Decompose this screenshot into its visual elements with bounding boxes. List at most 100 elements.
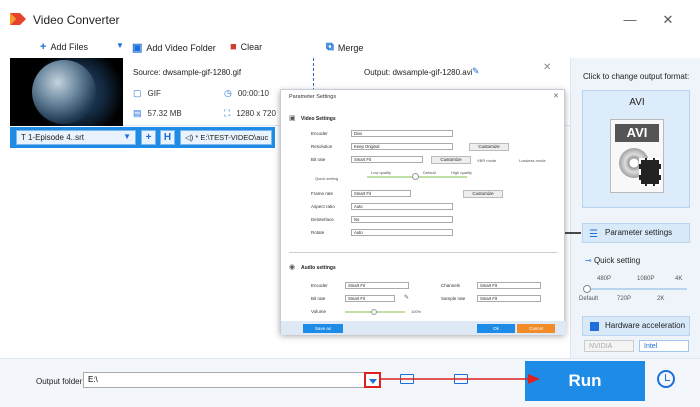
low-quality-label: Low quality — [371, 170, 392, 175]
channels-label: Channels — [441, 283, 461, 288]
save-as-button[interactable]: Save as — [303, 324, 343, 333]
hardware-acceleration-button[interactable]: Hardware acceleration — [582, 316, 690, 336]
size-info: ▤ 57.32 MB — [133, 108, 182, 119]
bitrate-label: Bit rate — [311, 157, 326, 162]
output-folder-input[interactable]: E:\ — [83, 372, 381, 388]
output-folder-dropdown[interactable] — [364, 372, 381, 388]
audio-settings-icon: ◉ — [289, 264, 296, 271]
audio-bitrate-select[interactable]: Smart Fit — [345, 295, 395, 302]
source-filename: Source: dwsample-gif-1280.gif — [133, 68, 242, 77]
chevron-down-icon — [369, 379, 377, 384]
dialog-quality-knob[interactable] — [412, 173, 419, 180]
resolution-select[interactable]: Keep Original — [351, 143, 453, 150]
add-video-folder-button[interactable]: ▣ Add Video Folder — [132, 41, 216, 54]
encoder-select[interactable]: Divx — [351, 130, 453, 137]
video-thumbnail[interactable] — [10, 58, 123, 126]
channels-select[interactable]: Smart Fit — [477, 282, 541, 289]
add-video-folder-label: Add Video Folder — [146, 42, 216, 53]
add-files-dropdown-icon[interactable]: ▼ — [116, 41, 124, 50]
output-filename: Output: dwsample-gif-1280.avi — [364, 68, 473, 77]
output-format-selector[interactable]: AVI AVI — [582, 90, 690, 208]
merge-label: Merge — [337, 42, 364, 53]
quality-default-label: Default — [579, 296, 599, 302]
deinterlace-select[interactable]: No — [351, 216, 453, 223]
trash-icon: ■ — [230, 41, 237, 53]
rotate-select[interactable]: Auto — [351, 229, 453, 236]
subtitle-select[interactable]: T 1-Episode 4..srt ▼ — [16, 130, 136, 145]
output-format-panel: Click to change output format: AVI AVI ☰… — [570, 58, 700, 358]
add-files-button[interactable]: + Add Files — [40, 41, 88, 53]
plus-icon: + — [40, 41, 47, 53]
volume-knob[interactable] — [371, 309, 377, 315]
quality-480p-label: 480P — [597, 276, 612, 282]
ok-button[interactable]: Ok — [477, 324, 515, 333]
hd-subtitle-button[interactable]: H — [160, 130, 175, 145]
minimize-icon[interactable]: — — [622, 12, 638, 27]
quality-slider-knob[interactable] — [583, 285, 591, 293]
edit-icon[interactable]: ✎ — [472, 66, 480, 77]
audio-edit-icon[interactable]: ✎ — [404, 294, 409, 301]
audio-track-value: E:\TEST-VIDEO\auc — [200, 133, 269, 142]
aspect-ratio-select[interactable]: Auto — [351, 203, 453, 210]
audio-encoder-select[interactable]: Smart Fit — [345, 282, 409, 289]
vbr-mode-checkbox[interactable]: VBR mode — [477, 158, 496, 163]
subtitle-value: 1-Episode 4..srt — [27, 133, 84, 142]
size-value: 57.32 MB — [147, 109, 182, 118]
dialog-footer: Save as Ok Cancel — [281, 321, 566, 335]
nvidia-label: NVIDIA — [589, 343, 613, 350]
nvidia-option[interactable]: NVIDIA — [584, 340, 634, 352]
format-icon: ▢ — [133, 88, 142, 98]
frame-rate-select[interactable]: Smart Fit — [351, 190, 411, 197]
parameter-settings-button[interactable]: ☰ Parameter settings — [582, 223, 690, 243]
clock-icon: ◷ — [224, 88, 232, 98]
cancel-button[interactable]: Cancel — [517, 324, 555, 333]
format-value: GIF — [147, 89, 161, 98]
merge-button[interactable]: ⧉ Merge — [326, 41, 363, 54]
title-bar: Video Converter — ✕ — [0, 0, 700, 38]
resolution-label: Resolution — [311, 144, 333, 149]
lossless-mode-checkbox[interactable]: Lossless mode — [519, 158, 546, 163]
resolution-customize-button[interactable]: Customize — [469, 143, 509, 151]
remove-file-icon[interactable]: ✕ — [543, 62, 551, 73]
resolution-value: 1280 x 720 — [236, 109, 276, 118]
sliders-icon: ☰ — [589, 229, 598, 240]
close-icon[interactable]: ✕ — [660, 12, 676, 28]
earth-thumbnail-image — [32, 60, 96, 124]
encoder-label: Encoder — [311, 131, 328, 136]
quality-slider[interactable] — [583, 285, 687, 293]
parameter-settings-label: Parameter settings — [605, 228, 673, 237]
intel-label: Intel — [644, 343, 658, 350]
add-files-label: Add Files — [50, 42, 88, 52]
subtitle-bar: T 1-Episode 4..srt ▼ + H ◁) * E:\TEST-VI… — [10, 127, 275, 148]
film-strip-icon — [639, 158, 661, 186]
deinterlace-label: Deinterlace — [311, 217, 334, 222]
sample-rate-select[interactable]: Smart Fit — [477, 295, 541, 302]
alarm-clock-icon[interactable] — [657, 370, 675, 388]
main-toolbar: + Add Files ▼ ▣ Add Video Folder ■ Clear… — [10, 38, 570, 58]
frame-rate-customize-button[interactable]: Customize — [463, 190, 503, 198]
quick-setting-label: Quick setting — [593, 256, 641, 265]
dialog-close-icon[interactable]: ✕ — [553, 92, 559, 100]
audio-track-select[interactable]: ◁) * E:\TEST-VIDEO\auc — [180, 130, 272, 145]
rotate-label: Rotate — [311, 230, 325, 235]
clear-label: Clear — [240, 42, 263, 52]
high-quality-label: High quality — [451, 170, 472, 175]
dialog-quality-slider[interactable] — [367, 173, 467, 180]
add-subtitle-button[interactable]: + — [141, 130, 156, 145]
clear-button[interactable]: ■ Clear — [230, 41, 262, 53]
avi-format-icon: AVI — [610, 119, 664, 193]
default-quality-label: Default — [423, 170, 436, 175]
app-title: Video Converter — [33, 13, 120, 27]
duration-value: 00:00:10 — [237, 89, 269, 98]
quick-setting-heading: ⊸ Quick setting — [585, 256, 640, 265]
quick-setting-icon: ⊸ — [585, 256, 594, 265]
quality-2k-label: 2K — [657, 296, 665, 302]
audio-encoder-label: Encoder — [311, 283, 328, 288]
intel-option[interactable]: Intel — [639, 340, 689, 352]
bitrate-select[interactable]: Smart Fit — [351, 156, 423, 163]
volume-slider[interactable] — [345, 309, 405, 315]
dialog-title: Parameter Settings — [289, 94, 337, 100]
volume-value: 100% — [411, 309, 422, 314]
bitrate-customize-button[interactable]: Customize — [431, 156, 471, 164]
subtitle-icon: T — [21, 133, 28, 142]
